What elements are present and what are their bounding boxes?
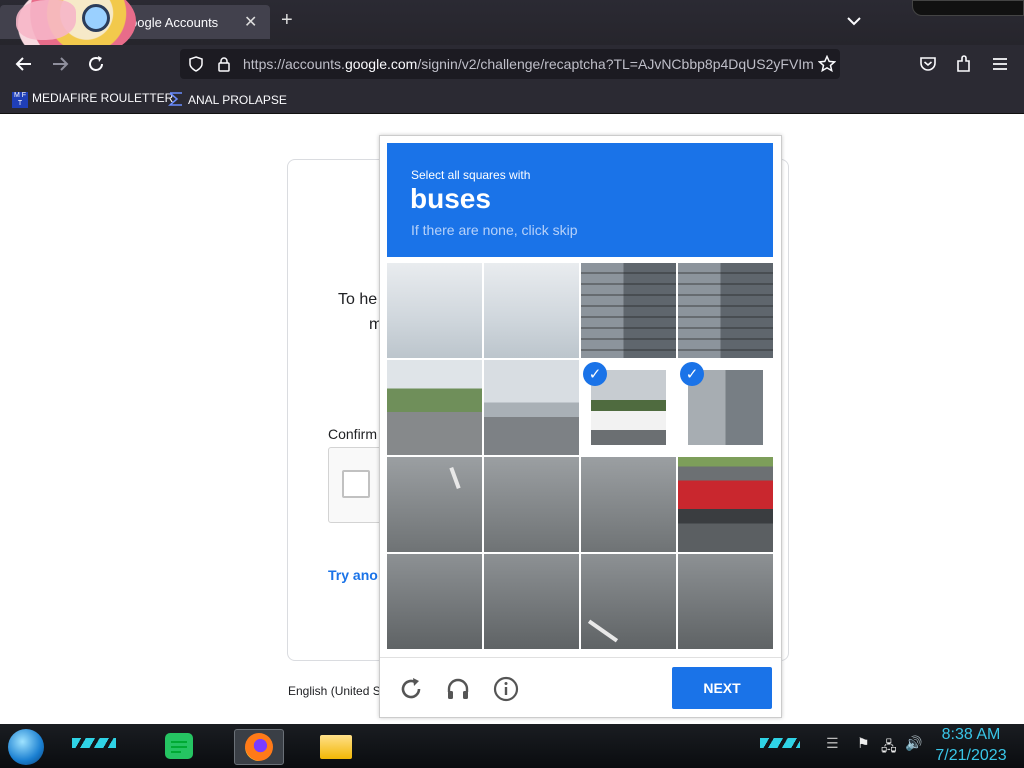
extensions-icon[interactable]	[954, 54, 974, 74]
tab-bar: oogle Accounts ✕ +	[0, 0, 1024, 60]
chevron-down-icon[interactable]	[845, 12, 863, 30]
grid-tile[interactable]	[387, 457, 482, 552]
taskbar-decoration	[72, 738, 116, 748]
grid-tile[interactable]	[484, 554, 579, 649]
forward-icon[interactable]	[50, 54, 70, 74]
grid-tile[interactable]	[581, 554, 676, 649]
try-another-way-link[interactable]: Try ano	[328, 567, 378, 583]
reload-icon[interactable]	[398, 676, 424, 702]
window-decoration	[912, 0, 1024, 16]
bookmark-sigma[interactable]: ANAL PROLAPSE	[168, 91, 287, 107]
navigation-bar: https://accounts.google.com/signin/v2/ch…	[0, 45, 1024, 83]
grid-tile[interactable]	[484, 457, 579, 552]
reload-page-icon[interactable]	[86, 54, 106, 74]
url-text[interactable]: https://accounts.google.com/signin/v2/ch…	[243, 56, 813, 72]
bookmarks-toolbar: M F T MEDIAFIRE ROULETTER ANAL PROLAPSE	[0, 83, 1024, 114]
confirm-label: Confirm	[328, 426, 378, 442]
firefox-icon	[245, 733, 273, 761]
headphones-icon[interactable]	[445, 676, 471, 702]
shield-icon[interactable]	[188, 56, 204, 72]
pocket-icon[interactable]	[918, 54, 938, 74]
grid-tile[interactable]	[387, 263, 482, 358]
grid-tile[interactable]	[387, 554, 482, 649]
sigma-icon	[168, 92, 182, 106]
recaptcha-checkbox[interactable]	[342, 470, 370, 498]
mediafire-icon: M FT	[12, 92, 28, 108]
taskbar-app-firefox[interactable]	[234, 729, 284, 765]
grid-tile[interactable]	[678, 263, 773, 358]
network-icon[interactable]: 🖧	[881, 736, 897, 760]
image-grid: ✓ ✓	[387, 263, 773, 649]
folder-icon	[320, 735, 352, 759]
grid-tile[interactable]	[484, 360, 579, 455]
clock-time[interactable]: 8:38 AM	[926, 726, 1016, 744]
grid-tile[interactable]	[581, 457, 676, 552]
back-icon[interactable]	[14, 54, 34, 74]
recaptcha-challenge: Select all squares with buses If there a…	[379, 135, 782, 718]
grid-tile-selected[interactable]: ✓	[581, 360, 676, 455]
target-object: buses	[410, 183, 491, 214]
menu-icon[interactable]	[990, 54, 1010, 74]
flag-icon[interactable]: ⚑	[857, 736, 870, 752]
url-bar[interactable]: https://accounts.google.com/signin/v2/ch…	[180, 49, 840, 79]
skip-hint: If there are none, click skip	[411, 222, 578, 238]
next-button[interactable]: NEXT	[672, 667, 772, 709]
new-tab-button[interactable]: +	[281, 10, 293, 30]
notes-app-icon	[165, 733, 193, 759]
challenge-footer: NEXT	[380, 657, 781, 718]
taskbar: ☰ ⚑ 🖧 🔊 8:38 AM 7/21/2023	[0, 724, 1024, 768]
grid-tile[interactable]	[581, 263, 676, 358]
help-text: To he	[338, 291, 378, 308]
bookmark-mediafire[interactable]: M F T MEDIAFIRE ROULETTER	[12, 91, 173, 108]
taskbar-app-notes[interactable]	[156, 729, 204, 763]
info-icon[interactable]	[493, 676, 519, 702]
instruction-text: Select all squares with	[411, 168, 531, 182]
taskbar-decoration	[760, 738, 800, 748]
show-hidden-icons-icon[interactable]: ☰	[826, 736, 839, 752]
language-selector[interactable]: English (United S	[288, 684, 381, 698]
grid-tile-selected[interactable]: ✓	[678, 360, 773, 455]
tab-title: oogle Accounts	[130, 15, 219, 30]
grid-tile[interactable]	[678, 554, 773, 649]
clock-date[interactable]: 7/21/2023	[926, 747, 1016, 765]
lane-marking	[587, 619, 619, 643]
challenge-header: Select all squares with buses If there a…	[387, 143, 773, 257]
checkmark-icon: ✓	[583, 362, 607, 386]
checkmark-icon: ✓	[680, 362, 704, 386]
tab-close-icon[interactable]: ✕	[244, 12, 257, 32]
bookmark-star-icon[interactable]	[818, 55, 836, 73]
lane-marking	[449, 466, 461, 490]
volume-icon[interactable]: 🔊	[905, 736, 922, 752]
taskbar-app-file-explorer[interactable]	[312, 729, 360, 763]
lock-icon[interactable]	[216, 56, 232, 72]
start-orb-icon[interactable]	[8, 729, 44, 765]
grid-tile[interactable]	[484, 263, 579, 358]
grid-tile[interactable]	[387, 360, 482, 455]
grid-tile[interactable]	[678, 457, 773, 552]
